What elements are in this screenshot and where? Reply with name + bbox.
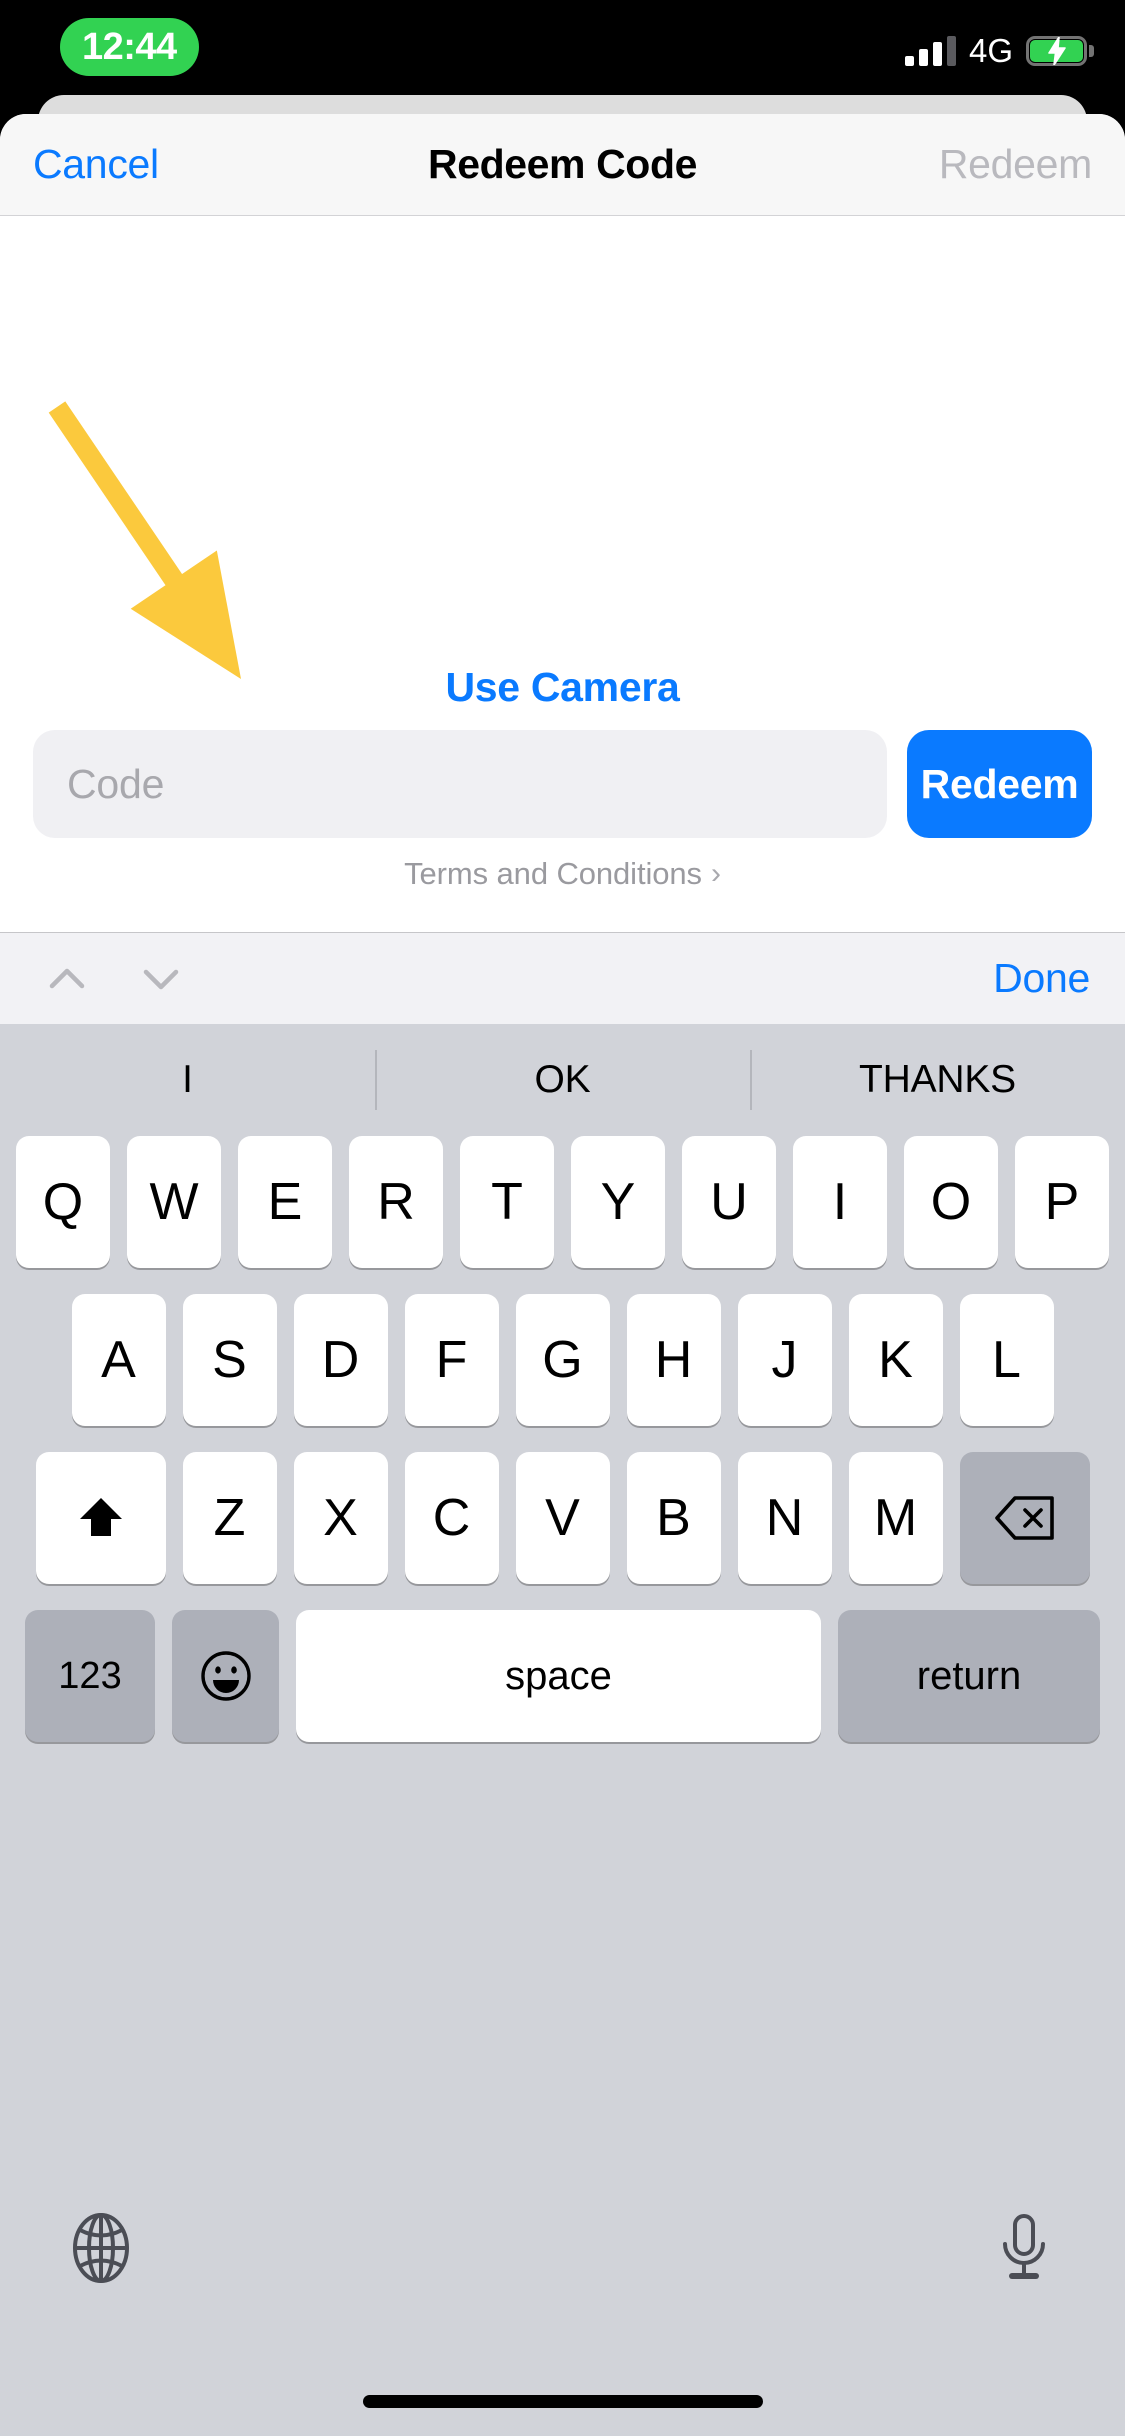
predictive-text-bar: I OK THANKS [0,1024,1125,1136]
status-time: 12:44 [82,25,177,68]
code-input-placeholder: Code [67,760,165,807]
key-p[interactable]: P [1015,1136,1109,1268]
backspace-icon[interactable] [959,1452,1090,1584]
keyboard-row-4: 123 space return [0,1610,1125,1742]
use-camera-button[interactable]: Use Camera [0,664,1125,711]
keyboard-bottom-row [0,2178,1125,2318]
numbers-key[interactable]: 123 [25,1610,155,1742]
done-button[interactable]: Done [993,955,1090,1002]
prediction-0[interactable]: I [0,1024,375,1136]
home-indicator [362,2395,763,2408]
key-a[interactable]: A [71,1294,166,1426]
key-o[interactable]: O [904,1136,998,1268]
key-m[interactable]: M [848,1452,943,1584]
chevron-up-icon[interactable] [38,950,96,1008]
charging-bolt-icon [1047,37,1066,65]
prediction-2[interactable]: THANKS [750,1024,1125,1136]
key-g[interactable]: G [515,1294,610,1426]
key-b[interactable]: B [626,1452,721,1584]
key-e[interactable]: E [238,1136,332,1268]
key-v[interactable]: V [515,1452,610,1584]
iphone-screen: 12:44 4G Cancel Redeem Code Redeem Use C… [0,0,1125,2436]
redeem-content: Use Camera Code Redeem Terms and Conditi… [0,216,1125,932]
terms-label: Terms and Conditions [404,856,702,891]
key-w[interactable]: W [127,1136,221,1268]
prediction-1[interactable]: OK [375,1024,750,1136]
microphone-icon[interactable] [978,2202,1070,2294]
status-indicators: 4G [904,32,1094,69]
key-f[interactable]: F [404,1294,499,1426]
key-q[interactable]: Q [16,1136,110,1268]
globe-icon[interactable] [55,2202,147,2294]
key-r[interactable]: R [349,1136,443,1268]
key-j[interactable]: J [737,1294,832,1426]
key-l[interactable]: L [959,1294,1054,1426]
onscreen-keyboard: I OK THANKS Q W E R T Y U I O P A S D F [0,1024,1125,2436]
nav-redeem-button[interactable]: Redeem [939,141,1092,188]
cancel-button[interactable]: Cancel [33,141,159,188]
key-y[interactable]: Y [571,1136,665,1268]
space-key[interactable]: space [296,1610,821,1742]
field-navigation-group [38,950,190,1008]
key-n[interactable]: N [737,1452,832,1584]
key-x[interactable]: X [293,1452,388,1584]
code-input[interactable]: Code [33,730,887,838]
code-entry-row: Code Redeem [33,730,1092,838]
redeem-code-sheet: Cancel Redeem Code Redeem Use Camera Cod… [0,114,1125,2436]
key-i[interactable]: I [793,1136,887,1268]
keyboard-row-3: Z X C V B N M [0,1452,1125,1584]
signal-icon [904,36,956,66]
keyboard-row-1: Q W E R T Y U I O P [0,1136,1125,1268]
key-u[interactable]: U [682,1136,776,1268]
return-key[interactable]: return [838,1610,1100,1742]
key-d[interactable]: D [293,1294,388,1426]
redeem-button[interactable]: Redeem [907,730,1092,838]
network-type-label: 4G [968,32,1013,69]
status-time-pill[interactable]: 12:44 [60,18,199,76]
nav-bar: Cancel Redeem Code Redeem [0,114,1125,216]
emoji-icon[interactable] [172,1610,279,1742]
chevron-right-icon: › [710,857,721,890]
key-c[interactable]: C [404,1452,499,1584]
shift-icon[interactable] [35,1452,166,1584]
key-s[interactable]: S [182,1294,277,1426]
keyboard-accessory-bar: Done [0,932,1125,1024]
terms-and-conditions-link[interactable]: Terms and Conditions › [0,856,1125,892]
chevron-down-icon[interactable] [132,950,190,1008]
keyboard-row-2: A S D F G H J K L [0,1294,1125,1426]
battery-charging-icon [1026,36,1094,66]
key-h[interactable]: H [626,1294,721,1426]
key-z[interactable]: Z [182,1452,277,1584]
key-k[interactable]: K [848,1294,943,1426]
key-t[interactable]: T [460,1136,554,1268]
